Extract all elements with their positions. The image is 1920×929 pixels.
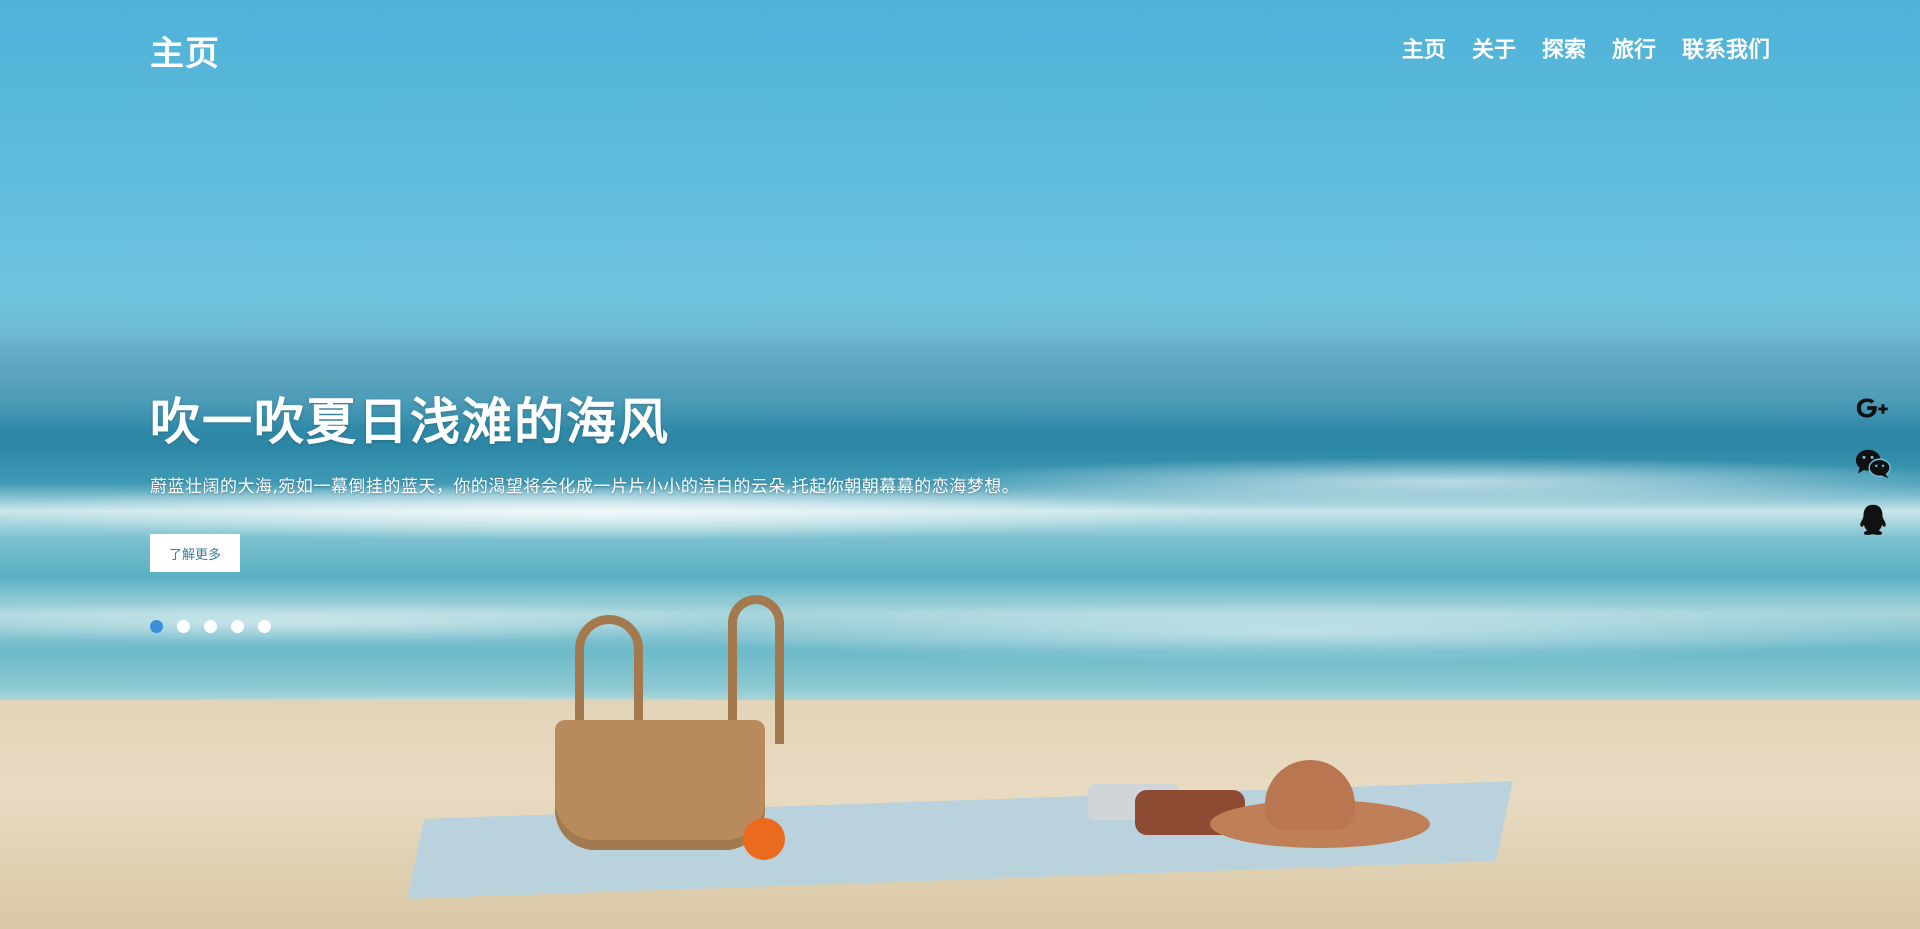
nav-about[interactable]: 关于 — [1472, 32, 1516, 64]
slide-headline: 吹一吹夏日浅滩的海风 — [150, 393, 670, 451]
picnic-basket — [555, 720, 765, 850]
google-plus-icon[interactable] — [1854, 390, 1892, 426]
carousel-dot[interactable] — [231, 620, 244, 633]
carousel-dot[interactable] — [177, 620, 190, 633]
nav-home[interactable]: 主页 — [1402, 32, 1446, 64]
hero-banner: 主页 主页 关于 探索 旅行 联系我们 吹一吹夏日浅滩的海风 蔚蓝壮阔的大海,宛… — [0, 0, 1920, 929]
social-links — [1854, 390, 1892, 538]
slide-subtitle: 蔚蓝壮阔的大海,宛如一幕倒挂的蓝天，你的渴望将会化成一片片小小的洁白的云朵,托起… — [150, 477, 1020, 497]
carousel-dots — [150, 620, 271, 633]
learn-more-button[interactable]: 了解更多 — [150, 534, 240, 572]
carousel-dot[interactable] — [150, 620, 163, 633]
nav-explore[interactable]: 探索 — [1542, 32, 1586, 64]
carousel-dot[interactable] — [258, 620, 271, 633]
qq-icon[interactable] — [1854, 502, 1892, 538]
sea-waves — [0, 422, 1920, 742]
site-logo[interactable]: 主页 — [150, 26, 220, 75]
orange-fruit — [743, 818, 785, 860]
nav-contact[interactable]: 联系我们 — [1682, 32, 1770, 64]
nav-travel[interactable]: 旅行 — [1612, 32, 1656, 64]
carousel-dot[interactable] — [204, 620, 217, 633]
wechat-icon[interactable] — [1854, 446, 1892, 482]
main-nav: 主页 关于 探索 旅行 联系我们 — [1402, 32, 1770, 64]
